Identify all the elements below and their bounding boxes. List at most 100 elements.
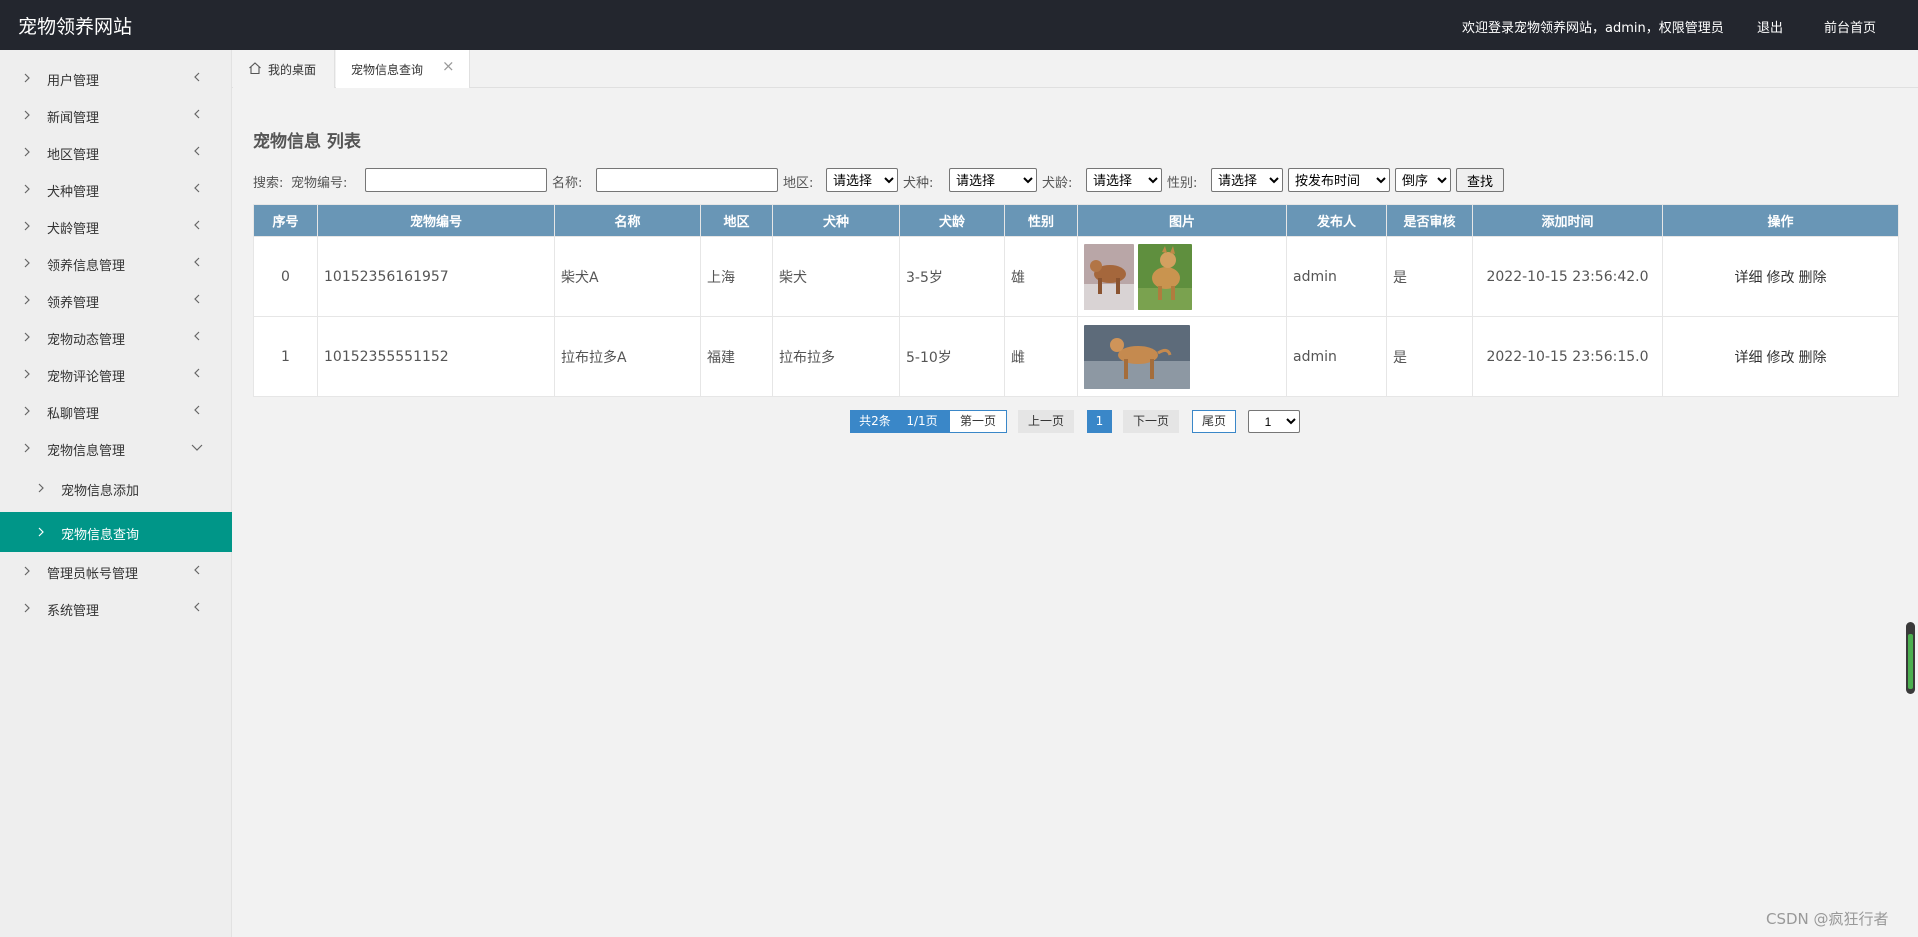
order-select[interactable]: 倒序 [1395,168,1451,192]
sidebar-item-label: 管理员帐号管理 [47,567,139,582]
sidebar-item-adoption[interactable]: 领养管理 [0,282,232,318]
next-page-button[interactable]: 下一页 [1123,410,1179,433]
pet-info-table: 序号 宠物编号 名称 地区 犬种 犬龄 性别 图片 发布人 是否审核 添加时间 … [253,204,1899,397]
chevron-right-icon [38,527,44,537]
tab-bar: 我的桌面 宠物信息查询 × [232,50,1918,88]
sidebar-item-admin-accounts[interactable]: 管理员帐号管理 [0,553,232,589]
first-page-button[interactable]: 第一页 [949,410,1007,433]
logout-link[interactable]: 退出 [1757,17,1783,36]
age-select[interactable]: 请选择 [1086,168,1162,192]
prev-page-button[interactable]: 上一页 [1018,410,1074,433]
top-header: 宠物领养网站 欢迎登录宠物领养网站，admin，权限管理员 退出 前台首页 [0,0,1918,50]
cell-pet-no: 10152356161957 [317,236,555,317]
name-input[interactable] [596,168,778,192]
cell-index: 1 [253,316,318,397]
sidebar-item-adoption-info[interactable]: 领养信息管理 [0,245,232,281]
sidebar-item-user[interactable]: 用户管理 [0,60,232,96]
region-select[interactable]: 请选择 [826,168,898,192]
column-header: 添加时间 [1472,204,1663,237]
gender-select[interactable]: 请选择 [1211,168,1283,192]
front-home-link[interactable]: 前台首页 [1824,17,1876,36]
sidebar-item-pet-dynamics[interactable]: 宠物动态管理 [0,319,232,355]
delete-link[interactable]: 删除 [1799,350,1827,366]
column-header: 操作 [1662,204,1899,237]
floating-scroll-handle[interactable] [1906,622,1915,694]
sidebar-item-age[interactable]: 犬龄管理 [0,208,232,244]
cell-approved: 是 [1386,316,1473,397]
chevron-left-icon [194,72,200,82]
sidebar-item-label: 领养信息管理 [47,259,126,274]
chevron-right-icon [24,184,30,194]
pet-photo [1084,243,1134,310]
detail-link[interactable]: 详细 [1735,350,1763,366]
chevron-left-icon [194,405,200,415]
sidebar-item-news[interactable]: 新闻管理 [0,97,232,133]
sidebar-item-private-chat[interactable]: 私聊管理 [0,393,232,429]
pet-photo [1084,324,1190,389]
cell-operations: 详细 修改 删除 [1662,316,1899,397]
cell-region: 上海 [700,236,773,317]
table-row: 0 10152356161957 柴犬A 上海 柴犬 3-5岁 雄 admin … [253,236,1899,317]
cell-publisher: admin [1286,236,1387,317]
chevron-left-icon [194,331,200,341]
last-page-button[interactable]: 尾页 [1192,410,1236,433]
cell-approved: 是 [1386,236,1473,317]
sort-select[interactable]: 按发布时间 [1288,168,1390,192]
search-prefix-label: 搜索: [253,176,284,191]
column-header: 犬龄 [899,204,1005,237]
cell-images [1077,236,1287,317]
chevron-right-icon [24,603,30,613]
cell-breed: 柴犬 [772,236,900,317]
current-page-button[interactable]: 1 [1087,410,1112,433]
sidebar-item-label: 新闻管理 [47,111,100,126]
sidebar-item-label: 宠物动态管理 [47,333,126,348]
cell-age: 5-10岁 [899,316,1005,397]
column-header: 图片 [1077,204,1287,237]
name-label: 名称: [552,176,583,191]
chevron-left-icon [194,294,200,304]
breed-select[interactable]: 请选择 [949,168,1037,192]
sidebar-item-pet-comments[interactable]: 宠物评论管理 [0,356,232,392]
chevron-right-icon [38,483,44,493]
pet-photo [1138,243,1193,310]
pet-no-input[interactable] [365,168,547,192]
chevron-left-icon [194,146,200,156]
detail-link[interactable]: 详细 [1735,270,1763,286]
cell-gender: 雄 [1004,236,1078,317]
close-icon[interactable]: × [442,57,455,75]
sidebar-item-pet-info-add[interactable]: 宠物信息添加 [0,470,232,506]
edit-link[interactable]: 修改 [1767,270,1795,286]
column-header: 发布人 [1286,204,1387,237]
sidebar-item-pet-info-query[interactable]: 宠物信息查询 [0,512,232,552]
chevron-right-icon [24,110,30,120]
breed-label: 犬种: [903,176,934,191]
column-header: 是否审核 [1386,204,1473,237]
gender-label: 性别: [1167,176,1198,191]
tab-my-desktop[interactable]: 我的桌面 [233,50,335,88]
find-button[interactable]: 查找 [1456,168,1504,192]
column-header: 地区 [700,204,773,237]
cell-name: 拉布拉多A [554,316,701,397]
edit-link[interactable]: 修改 [1767,350,1795,366]
chevron-left-icon [194,109,200,119]
column-header: 名称 [554,204,701,237]
welcome-text: 欢迎登录宠物领养网站，admin，权限管理员 [1462,21,1724,36]
sidebar-item-region[interactable]: 地区管理 [0,134,232,170]
cell-pet-no: 10152355551152 [317,316,555,397]
sidebar-item-pet-info[interactable]: 宠物信息管理 [0,430,232,466]
chevron-right-icon [24,147,30,157]
chevron-left-icon [194,183,200,193]
cell-time: 2022-10-15 23:56:42.0 [1472,236,1663,317]
tab-pet-info-query[interactable]: 宠物信息查询 × [336,50,470,88]
sidebar-item-system[interactable]: 系统管理 [0,590,232,626]
chevron-right-icon [24,258,30,268]
sidebar-item-label: 犬龄管理 [47,222,100,237]
page-jump-select[interactable]: 1 [1248,410,1300,433]
total-count: 共2条 [850,410,900,433]
sidebar-item-breed[interactable]: 犬种管理 [0,171,232,207]
home-icon [249,62,261,75]
chevron-right-icon [24,332,30,342]
delete-link[interactable]: 删除 [1799,270,1827,286]
chevron-right-icon [24,221,30,231]
table-row: 1 10152355551152 拉布拉多A 福建 拉布拉多 5-10岁 雌 a… [253,316,1899,397]
